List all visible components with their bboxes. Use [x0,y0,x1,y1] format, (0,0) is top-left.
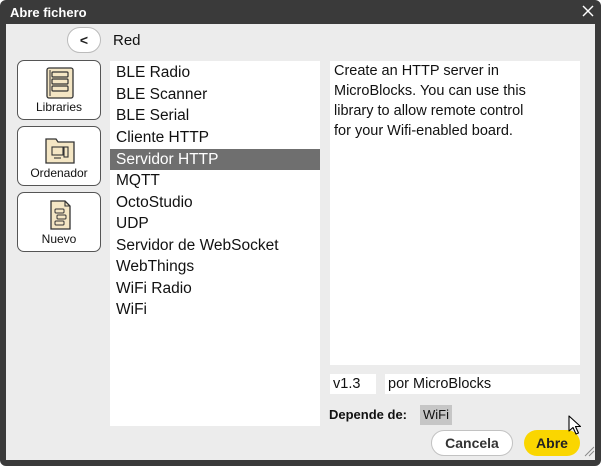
list-item[interactable]: WiFi [110,299,320,320]
list-item[interactable]: OctoStudio [110,192,320,213]
description-line: for your Wifi-enabled board. [334,123,513,139]
list-item[interactable]: MQTT [110,170,320,191]
depends-label: Depende de: [329,407,408,422]
list-item[interactable]: Servidor de WebSocket [110,235,320,256]
new-label: Nuevo [41,232,77,246]
computer-button[interactable]: Ordenador [17,126,101,186]
title-bar[interactable]: Abre fichero [0,0,601,24]
back-button[interactable]: < [67,27,101,53]
list-item[interactable]: WiFi Radio [110,278,320,299]
dialog-title: Abre fichero [10,5,87,20]
open-file-dialog: Abre fichero < Red Libraries Ordenador N… [0,0,601,466]
libraries-button[interactable]: Libraries [17,60,101,120]
new-file-icon [50,200,71,230]
libraries-icon [46,67,74,99]
library-author: por MicroBlocks [385,374,580,394]
resize-handle-icon[interactable] [584,446,595,457]
library-description: Create an HTTP server in MicroBlocks. Yo… [330,61,580,365]
dialog-content: < Red Libraries Ordenador Nuevo BLE Radi… [6,24,595,460]
description-line: library to allow remote control [334,103,524,119]
list-item[interactable]: BLE Serial [110,105,320,126]
mouse-cursor-icon [568,415,582,435]
dependency-chip[interactable]: WiFi [420,405,452,425]
library-list[interactable]: BLE Radio BLE Scanner BLE Serial Cliente… [110,61,320,426]
close-icon[interactable] [581,4,595,18]
list-item[interactable]: WebThings [110,256,320,277]
list-item-selected[interactable]: Servidor HTTP [110,149,320,170]
computer-folder-icon [45,138,75,164]
cancel-button[interactable]: Cancela [431,430,513,456]
list-item[interactable]: Cliente HTTP [110,127,320,148]
current-folder-label: Red [113,32,141,49]
computer-label: Ordenador [30,166,88,180]
description-line: MicroBlocks. You can use this [334,83,526,99]
library-version: v1.3 [330,374,376,394]
description-line: Create an HTTP server in [334,63,499,79]
libraries-label: Libraries [35,100,83,114]
list-item[interactable]: UDP [110,213,320,234]
list-item[interactable]: BLE Scanner [110,84,320,105]
new-button[interactable]: Nuevo [17,192,101,252]
list-item[interactable]: BLE Radio [110,62,320,83]
